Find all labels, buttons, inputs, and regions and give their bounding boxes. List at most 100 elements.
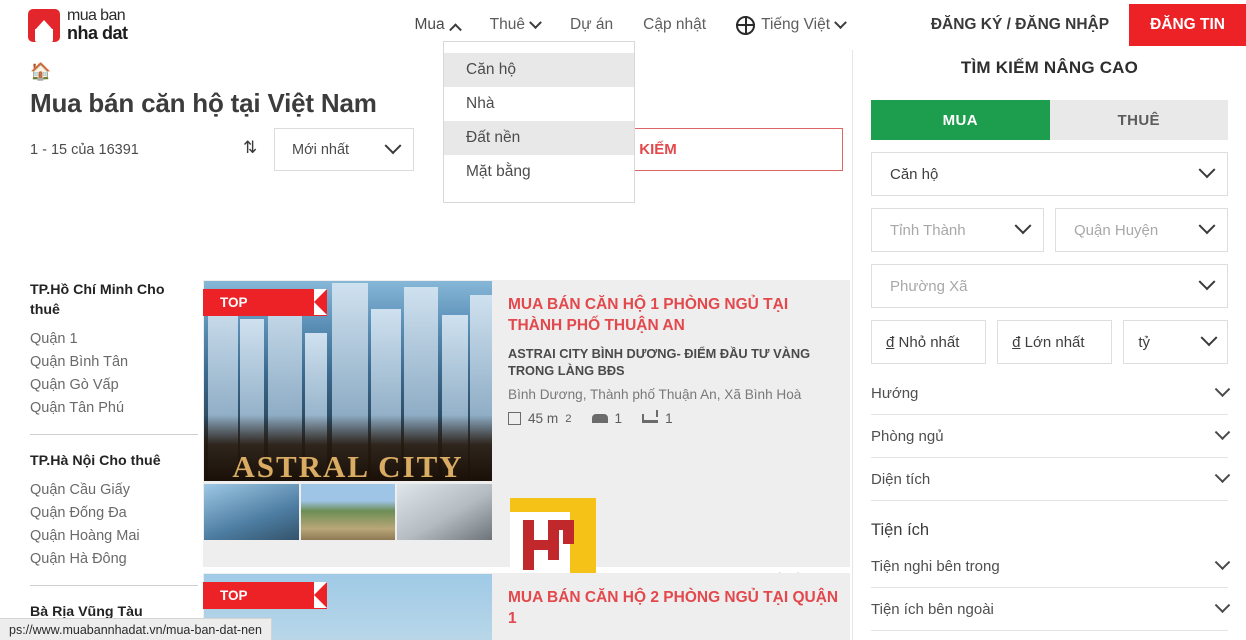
- nav-item-mua[interactable]: Mua: [414, 16, 462, 36]
- listing-details: MUA BÁN CĂN HỘ 1 PHÒNG NGỦ TẠI THÀNH PHỐ…: [508, 294, 843, 426]
- page-title: Mua bán căn hộ tại Việt Nam: [30, 88, 377, 118]
- nav-label: Thuê: [489, 16, 526, 33]
- listing-thumbnails[interactable]: [204, 484, 493, 540]
- price-min-input[interactable]: đ Nhỏ nhất: [871, 320, 987, 364]
- location-link[interactable]: Quận Cầu Giấy: [30, 479, 198, 502]
- listing-title[interactable]: MUA BÁN CĂN HỘ 2 PHÒNG NGỦ TẠI QUẬN 1: [508, 587, 843, 629]
- district-select[interactable]: Quận Huyện: [1055, 208, 1228, 252]
- nav-item-du-an[interactable]: Dự án: [570, 16, 613, 34]
- dropdown-item-nha[interactable]: Nhà: [444, 87, 634, 121]
- language-label: Tiếng Việt: [761, 16, 830, 33]
- dropdown-item-can-ho[interactable]: Căn hộ: [444, 53, 634, 87]
- location-group: TP.Hà Nội Cho thuê Quận Cầu Giấy Quận Đố…: [30, 451, 198, 571]
- price-min-placeholder: Nhỏ nhất: [898, 333, 960, 351]
- price-max-label: đ Lớn nhất: [1012, 334, 1084, 351]
- amenities-heading: Tiện ích: [871, 521, 930, 539]
- listing-thumbnail[interactable]: [397, 484, 493, 540]
- listing-card[interactable]: TOP MUA BÁN CĂN HỘ 2 PHÒNG NGỦ TẠI QUẬN …: [203, 573, 850, 640]
- buy-rent-tabs: MUA THUÊ: [871, 100, 1228, 140]
- area-icon: [508, 412, 521, 425]
- accordion-tien-nghi-ben-trong[interactable]: Tiện nghi bên trong: [871, 545, 1231, 588]
- bedrooms-value: 1: [614, 411, 623, 426]
- primary-nav: Mua Thuê Dự án Cập nhật Tiếng Việt: [414, 15, 847, 36]
- chevron-down-icon: [1214, 380, 1231, 397]
- divider: [30, 585, 198, 586]
- province-district-row: Tỉnh Thành Quận Huyện: [871, 208, 1228, 252]
- accordion-label: Diện tích: [871, 470, 931, 488]
- listing-gallery[interactable]: ASTRAL CITY TOP: [203, 280, 493, 567]
- price-max-placeholder: Lớn nhất: [1024, 333, 1085, 351]
- property-type-select[interactable]: Căn hộ: [871, 152, 1228, 196]
- sort-select[interactable]: Mới nhất: [274, 128, 414, 171]
- location-link[interactable]: Quận Bình Tân: [30, 351, 198, 374]
- nav-label: Cập nhật: [643, 16, 707, 33]
- price-min-label: đ Nhỏ nhất: [886, 334, 959, 351]
- dropdown-item-dat-nen[interactable]: Đất nền: [444, 121, 634, 155]
- location-link[interactable]: Quận Hoàng Mai: [30, 525, 198, 548]
- auth-link[interactable]: ĐĂNG KÝ / ĐĂNG NHẬP: [931, 16, 1109, 34]
- ward-select[interactable]: Phường Xã: [871, 264, 1228, 308]
- chevron-down-icon: [1214, 423, 1231, 440]
- ward-value: Phường Xã: [890, 277, 968, 295]
- location-heading: TP.Hà Nội Cho thuê: [30, 453, 161, 469]
- chevron-down-icon: [384, 136, 402, 154]
- accordion-dien-tich[interactable]: Diện tích: [871, 458, 1231, 501]
- logo-line-1: mua ban: [67, 7, 126, 24]
- dropdown-item-mat-bang[interactable]: Mặt bằng: [444, 155, 634, 189]
- language-selector[interactable]: Tiếng Việt: [736, 15, 847, 35]
- post-listing-button[interactable]: ĐĂNG TIN: [1129, 4, 1246, 46]
- nav-item-cap-nhat[interactable]: Cập nhật: [643, 16, 706, 34]
- sort-updown-icon[interactable]: ⇅: [243, 138, 257, 158]
- top-badge: TOP: [203, 289, 327, 316]
- price-range-row: đ Nhỏ nhất đ Lớn nhất tỷ: [871, 320, 1228, 364]
- agent-logo[interactable]: HUNG PHUC THINH: [510, 498, 596, 582]
- location-group: TP.Hồ Chí Minh Cho thuê Quận 1 Quận Bình…: [30, 280, 198, 420]
- chevron-down-icon: [1214, 596, 1231, 613]
- location-link[interactable]: Quận Tân Phú: [30, 397, 198, 420]
- bed-icon: [591, 414, 608, 423]
- accordion-tien-ich-ben-ngoai[interactable]: Tiện ích bên ngoài: [871, 588, 1231, 631]
- chevron-down-icon: [834, 15, 847, 29]
- province-select[interactable]: Tỉnh Thành: [871, 208, 1044, 252]
- logo-line-2: nha dat: [67, 23, 128, 43]
- accordion-huong[interactable]: Hướng: [871, 372, 1231, 415]
- listing-thumbnail[interactable]: [300, 484, 396, 540]
- currency-symbol: đ: [886, 333, 895, 351]
- chevron-up-icon: [448, 22, 462, 36]
- filter-accordions: Hướng Phòng ngủ Diện tích Tiện ích Tiện …: [871, 372, 1231, 631]
- location-link[interactable]: Quận Hà Đông: [30, 548, 198, 571]
- advanced-search-title: TÌM KIẾM NÂNG CAO: [960, 58, 1139, 77]
- listing-thumbnail[interactable]: [204, 484, 299, 540]
- main-column: 🏠 Mua bán căn hộ tại Việt Nam 1 - 15 của…: [0, 50, 852, 640]
- nav-label: Mua: [414, 16, 445, 33]
- spec-bedrooms: 1: [591, 411, 623, 426]
- listing-title[interactable]: MUA BÁN CĂN HỘ 1 PHÒNG NGỦ TẠI THÀNH PHỐ…: [508, 294, 843, 336]
- nav-item-thue[interactable]: Thuê: [489, 15, 542, 34]
- price-unit-select[interactable]: tỷ: [1123, 320, 1228, 364]
- home-icon[interactable]: 🏠: [30, 62, 51, 82]
- listing-image-caption: ASTRAL CITY: [232, 449, 464, 481]
- tab-thue[interactable]: THUÊ: [1049, 100, 1228, 140]
- nav-label: Dự án: [570, 16, 614, 33]
- chevron-down-icon: [1198, 217, 1216, 235]
- divider: [30, 434, 198, 435]
- location-link[interactable]: Quận Đống Đa: [30, 502, 198, 525]
- price-max-input[interactable]: đ Lớn nhất: [997, 320, 1113, 364]
- bath-icon: [642, 410, 659, 423]
- listing-card[interactable]: ASTRAL CITY TOP MUA BÁN CĂN HỘ 1 PHÒNG N…: [203, 280, 850, 614]
- listing-specs: 45 m 2 1 1: [508, 410, 843, 426]
- location-link[interactable]: Quận Gò Vấp: [30, 374, 198, 397]
- spec-bathrooms: 1: [642, 410, 673, 426]
- chevron-down-icon: [1214, 466, 1231, 483]
- site-logo[interactable]: mua ban nha dat: [28, 8, 128, 42]
- location-sidebar: TP.Hồ Chí Minh Cho thuê Quận 1 Quận Bình…: [30, 280, 198, 630]
- chevron-down-icon: [1198, 273, 1216, 291]
- advanced-search-panel: TÌM KIẾM NÂNG CAO MUA THUÊ Căn hộ Tỉnh T…: [852, 50, 1246, 640]
- tab-mua[interactable]: MUA: [871, 100, 1050, 140]
- chevron-down-icon: [1198, 161, 1216, 179]
- location-link[interactable]: Quận 1: [30, 328, 198, 351]
- accordion-label: Tiện nghi bên trong: [871, 557, 1000, 575]
- agent-logo-shape: [563, 520, 574, 544]
- accordion-phong-ngu[interactable]: Phòng ngủ: [871, 415, 1231, 458]
- globe-icon: [736, 15, 756, 35]
